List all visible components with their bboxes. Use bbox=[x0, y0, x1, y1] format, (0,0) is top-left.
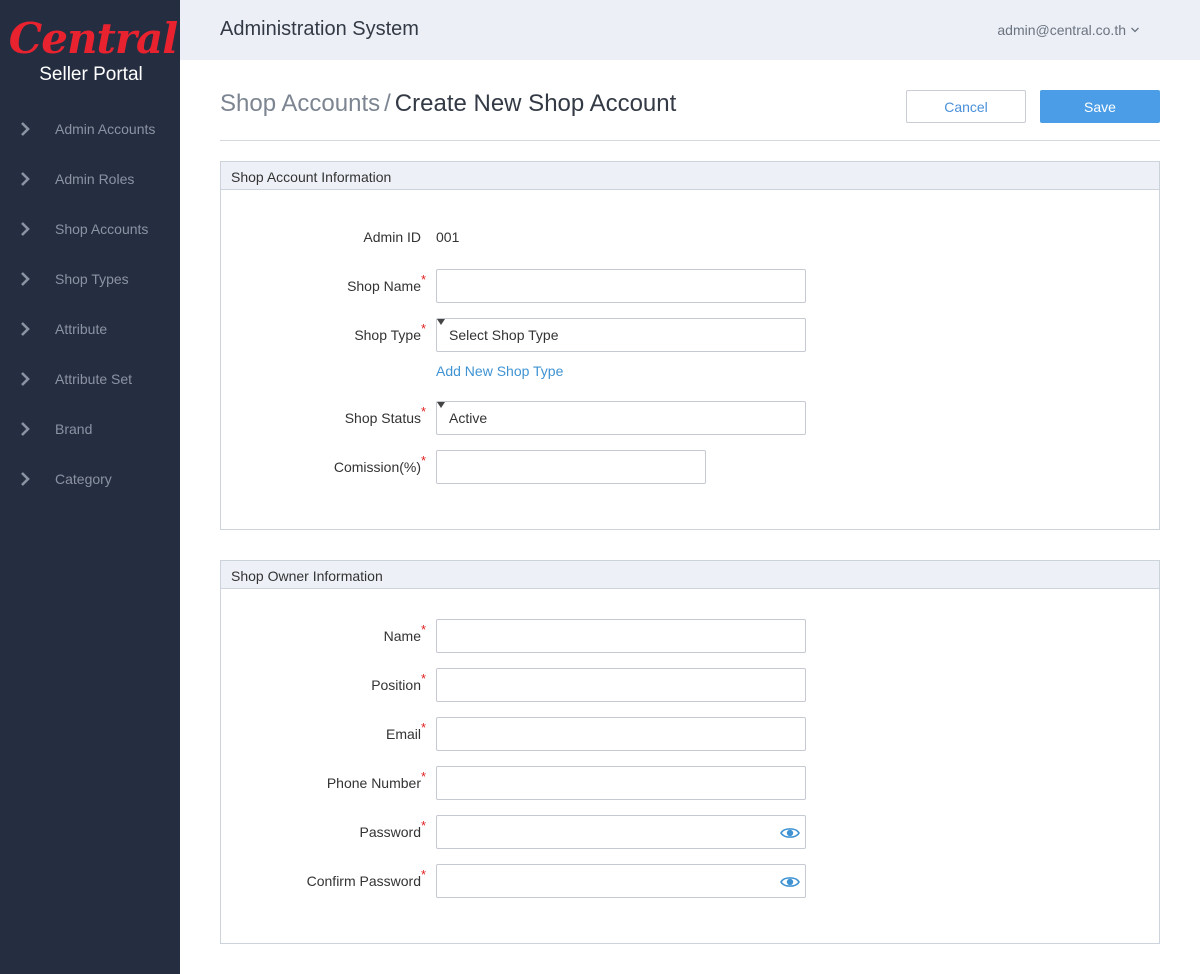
required-mark: * bbox=[421, 272, 427, 287]
position-label: Position bbox=[371, 677, 421, 693]
shop-account-information-panel: Shop Account Information Admin ID 001 Sh… bbox=[220, 161, 1160, 530]
sidebar-item-admin-roles[interactable]: Admin Roles bbox=[0, 154, 180, 204]
sidebar-item-label: Admin Roles bbox=[55, 171, 135, 187]
position-input[interactable] bbox=[436, 668, 806, 702]
chevron-right-icon bbox=[19, 421, 35, 437]
top-bar: Administration System admin@central.co.t… bbox=[180, 0, 1200, 60]
commission-input[interactable] bbox=[436, 450, 706, 484]
shop-type-label: Shop Type bbox=[354, 327, 421, 343]
password-label: Password bbox=[359, 824, 421, 840]
sidebar-item-label: Admin Accounts bbox=[55, 121, 156, 137]
chevron-down-icon bbox=[1131, 27, 1139, 33]
commission-label: Comission(%) bbox=[333, 459, 421, 475]
shop-type-select[interactable]: Select Shop Type bbox=[436, 318, 806, 352]
chevron-right-icon bbox=[19, 371, 35, 387]
sidebar-item-label: Category bbox=[55, 471, 112, 487]
shop-owner-information-panel: Shop Owner Information Name * Position *… bbox=[220, 560, 1160, 944]
add-new-shop-type-link[interactable]: Add New Shop Type bbox=[436, 363, 563, 379]
sidebar-item-shop-types[interactable]: Shop Types bbox=[0, 254, 180, 304]
chevron-right-icon bbox=[19, 121, 35, 137]
sidebar-item-label: Attribute bbox=[55, 321, 108, 337]
required-mark: * bbox=[421, 622, 427, 637]
shop-status-label: Shop Status bbox=[344, 410, 421, 426]
brand-logo[interactable]: Central Seller Portal bbox=[0, 14, 180, 94]
cancel-button[interactable]: Cancel bbox=[906, 90, 1026, 123]
shop-status-selected: Active bbox=[449, 410, 488, 426]
sidebar-item-admin-accounts[interactable]: Admin Accounts bbox=[0, 104, 180, 154]
required-mark: * bbox=[421, 769, 427, 784]
page-title: Create New Shop Account bbox=[394, 90, 677, 117]
breadcrumb-link-shop-accounts[interactable]: Shop Accounts bbox=[220, 90, 380, 117]
required-mark: * bbox=[421, 404, 427, 419]
chevron-right-icon bbox=[19, 321, 35, 337]
shop-status-select[interactable]: Active bbox=[436, 401, 806, 435]
dropdown-arrow-icon bbox=[437, 319, 445, 325]
shop-type-selected: Select Shop Type bbox=[449, 327, 559, 343]
sidebar-item-label: Brand bbox=[55, 421, 93, 437]
sidebar-item-attribute[interactable]: Attribute bbox=[0, 304, 180, 354]
app-title: Administration System bbox=[220, 18, 419, 40]
panel-title: Shop Account Information bbox=[221, 162, 1159, 190]
user-menu[interactable]: admin@central.co.th bbox=[997, 22, 1140, 38]
owner-name-label: Name bbox=[383, 628, 421, 644]
panel-title: Shop Owner Information bbox=[221, 561, 1159, 589]
confirm-password-label: Confirm Password bbox=[306, 873, 421, 889]
save-button[interactable]: Save bbox=[1040, 90, 1160, 123]
sidebar-item-shop-accounts[interactable]: Shop Accounts bbox=[0, 204, 180, 254]
shop-name-input[interactable] bbox=[436, 269, 806, 303]
password-input[interactable] bbox=[436, 815, 806, 849]
owner-name-input[interactable] bbox=[436, 619, 806, 653]
required-mark: * bbox=[421, 818, 427, 833]
logo-subtitle: Seller Portal bbox=[39, 64, 143, 85]
breadcrumb: Shop Accounts / Create New Shop Account bbox=[220, 90, 676, 118]
sidebar-item-attribute-set[interactable]: Attribute Set bbox=[0, 354, 180, 404]
phone-number-input[interactable] bbox=[436, 766, 806, 800]
sidebar-item-category[interactable]: Category bbox=[0, 454, 180, 504]
admin-id-value: 001 bbox=[436, 229, 460, 245]
chevron-right-icon bbox=[19, 271, 35, 287]
sidebar: Central Seller Portal Admin Accounts Adm… bbox=[0, 0, 180, 974]
eye-icon[interactable] bbox=[780, 826, 800, 840]
sidebar-item-label: Shop Types bbox=[55, 271, 129, 287]
breadcrumb-separator: / bbox=[384, 90, 391, 117]
sidebar-nav: Admin Accounts Admin Roles Shop Accounts… bbox=[0, 104, 180, 504]
required-mark: * bbox=[421, 453, 427, 468]
admin-id-label: Admin ID bbox=[363, 229, 421, 245]
confirm-password-input[interactable] bbox=[436, 864, 806, 898]
required-mark: * bbox=[421, 867, 427, 882]
sidebar-item-label: Shop Accounts bbox=[55, 221, 149, 237]
eye-icon[interactable] bbox=[780, 875, 800, 889]
chevron-right-icon bbox=[19, 221, 35, 237]
header-divider bbox=[220, 140, 1160, 141]
chevron-right-icon bbox=[19, 171, 35, 187]
sidebar-item-brand[interactable]: Brand bbox=[0, 404, 180, 454]
email-input[interactable] bbox=[436, 717, 806, 751]
sidebar-item-label: Attribute Set bbox=[55, 371, 133, 387]
email-label: Email bbox=[385, 726, 421, 742]
phone-number-label: Phone Number bbox=[326, 775, 421, 791]
logo-wordmark: Central bbox=[8, 14, 178, 63]
required-mark: * bbox=[421, 720, 427, 735]
dropdown-arrow-icon bbox=[437, 402, 445, 408]
chevron-right-icon bbox=[19, 471, 35, 487]
required-mark: * bbox=[421, 321, 427, 336]
shop-name-label: Shop Name bbox=[347, 278, 421, 294]
required-mark: * bbox=[421, 671, 427, 686]
user-email: admin@central.co.th bbox=[997, 22, 1126, 38]
